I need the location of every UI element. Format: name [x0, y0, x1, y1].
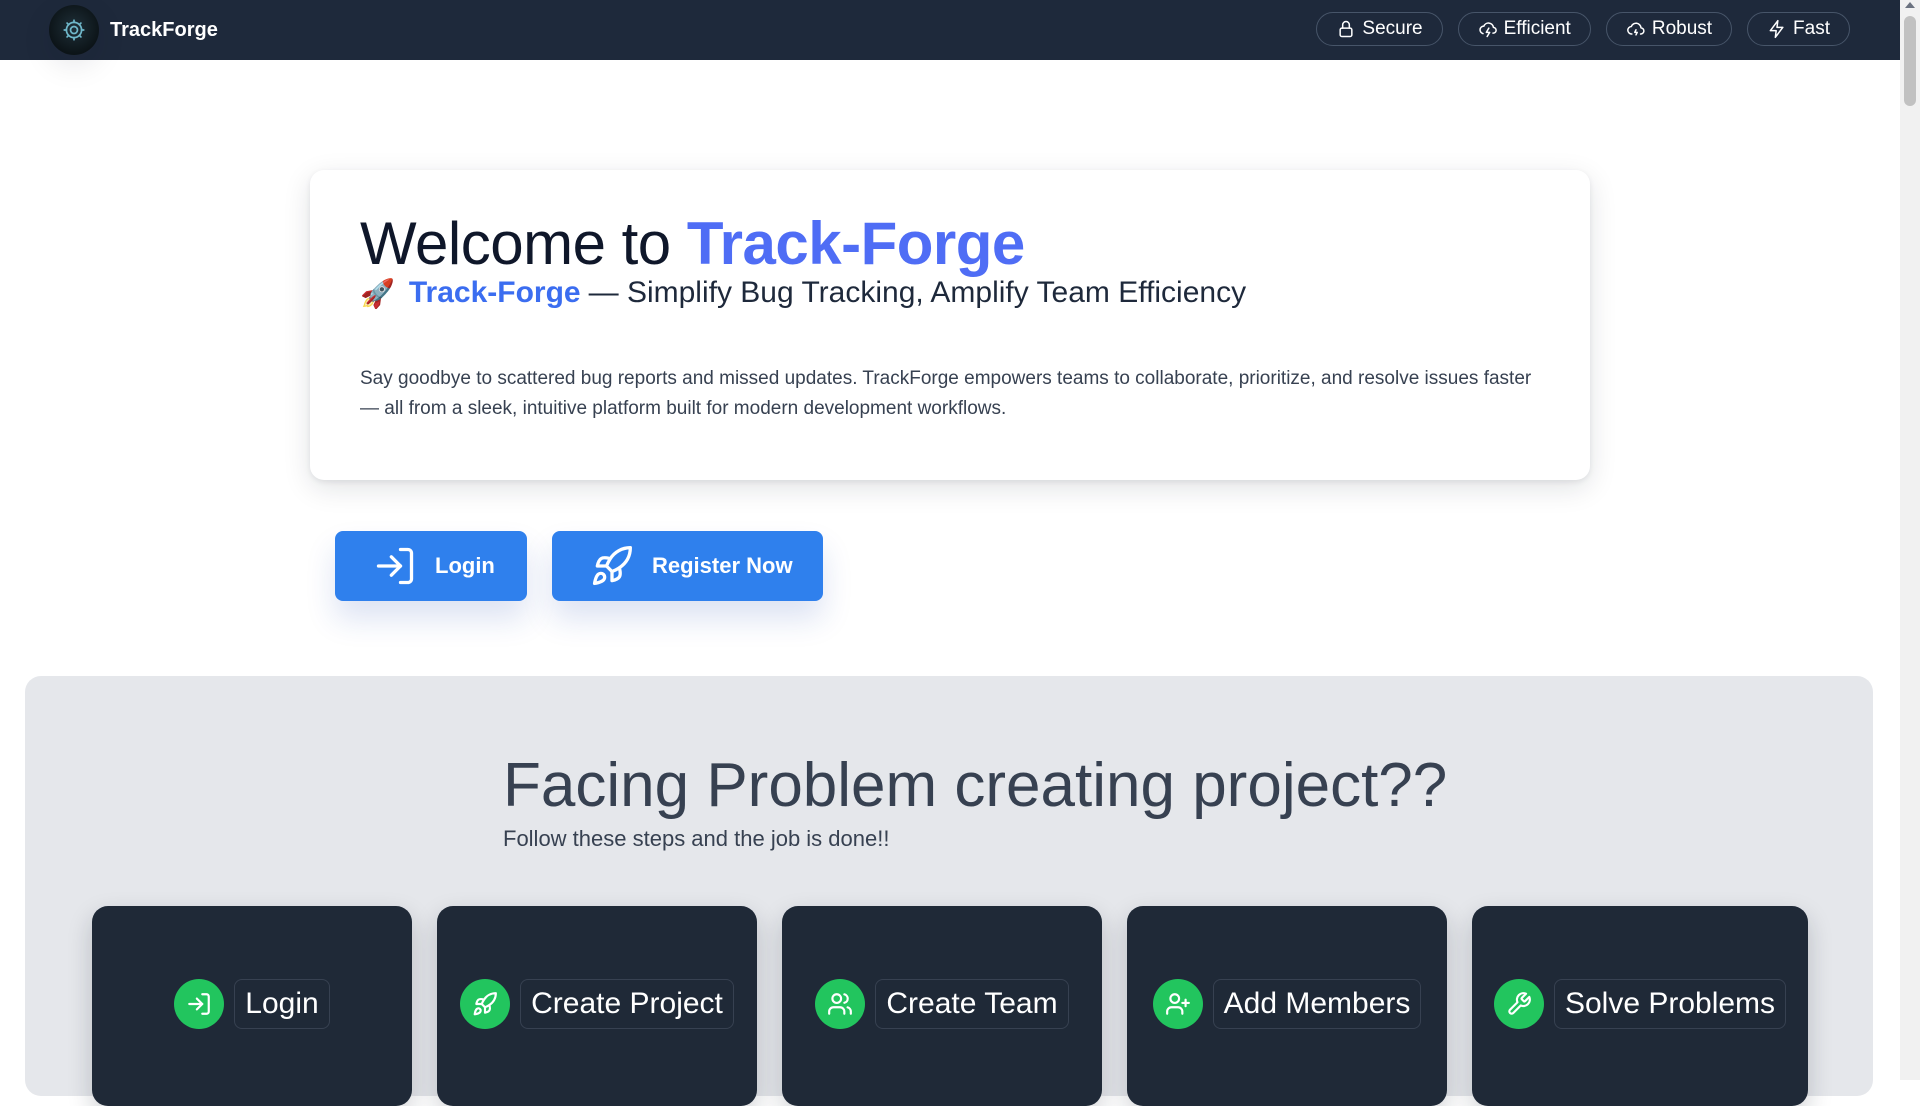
wrench-icon [1508, 992, 1531, 1015]
top-navbar: TrackForge Secure Efficient Robust Fast [0, 0, 1900, 60]
hero-card: Welcome to Track-Forge 🚀 Track-Forge — S… [310, 170, 1590, 480]
page-scrollbar[interactable] [1900, 0, 1920, 1080]
steps-title: Facing Problem creating project?? [503, 751, 1448, 820]
step-icon-solve-problems [1493, 979, 1544, 1029]
hero-description: Say goodbye to scattered bug reports and… [360, 368, 1532, 419]
log-in-icon [376, 547, 414, 585]
steps-subtitle: Follow these steps and the job is done!! [503, 826, 890, 851]
gear-logo-icon [63, 19, 85, 41]
step-card-create-team[interactable]: Create Team [782, 906, 1102, 1106]
step-label: Add Members [1212, 979, 1422, 1029]
zap-icon [1769, 19, 1784, 39]
hero-subtitle: 🚀 Track-Forge — Simplify Bug Tracking, A… [360, 276, 1540, 310]
hero-subtitle-text: — Simplify Bug Tracking, Amplify Team Ef… [588, 276, 1247, 309]
step-card-add-members[interactable]: Add Members [1127, 906, 1447, 1106]
login-button[interactable]: Login [335, 531, 527, 601]
step-label: Login [234, 979, 330, 1029]
rocket-emoji-icon: 🚀 [360, 277, 395, 309]
brand[interactable]: TrackForge [49, 5, 218, 55]
scroll-up-arrow[interactable] [1905, 2, 1915, 8]
step-icon-login [174, 979, 225, 1029]
step-icon-create-project [460, 979, 511, 1029]
pill-label: Fast [1793, 18, 1830, 39]
pill-robust[interactable]: Robust [1605, 12, 1733, 46]
brand-name: TrackForge [110, 18, 218, 41]
hero-subtitle-accent: Track-Forge [408, 276, 581, 309]
pill-label: Secure [1362, 18, 1423, 39]
steps-section: Facing Problem creating project?? Follow… [25, 676, 1873, 1106]
cloud-lightning-icon [1478, 22, 1497, 38]
scroll-thumb[interactable] [1904, 16, 1916, 106]
hero-title-accent: Track-Forge [686, 210, 1025, 277]
log-in-icon [188, 993, 211, 1015]
login-button-label: Login [435, 553, 495, 578]
cloud-icon [1626, 22, 1645, 36]
step-label: Create Project [520, 979, 734, 1029]
brand-logo [49, 5, 99, 55]
rocket-icon [473, 992, 498, 1016]
feature-pills: Secure Efficient Robust Fast [1316, 12, 1850, 46]
user-plus-icon [1165, 993, 1190, 1015]
step-icon-create-team [815, 979, 866, 1029]
pill-label: Efficient [1503, 18, 1571, 39]
lock-icon [1339, 20, 1353, 38]
step-card-solve-problems[interactable]: Solve Problems [1472, 906, 1808, 1106]
pill-label: Robust [1651, 18, 1713, 39]
step-card-login[interactable]: Login [92, 906, 412, 1106]
rocket-icon [592, 546, 632, 586]
step-label: Solve Problems [1553, 979, 1787, 1029]
hero-title-prefix: Welcome to [360, 210, 687, 277]
step-card-create-project[interactable]: Create Project [437, 906, 757, 1106]
hero-title: Welcome to Track-Forge [360, 208, 1540, 280]
pill-fast[interactable]: Fast [1747, 12, 1850, 46]
step-icon-add-members [1152, 979, 1203, 1029]
register-button-label: Register Now [652, 553, 793, 578]
pill-efficient[interactable]: Efficient [1457, 12, 1591, 46]
step-label: Create Team [875, 979, 1069, 1029]
register-button[interactable]: Register Now [552, 531, 823, 601]
users-icon [828, 993, 853, 1015]
pill-secure[interactable]: Secure [1316, 12, 1443, 46]
